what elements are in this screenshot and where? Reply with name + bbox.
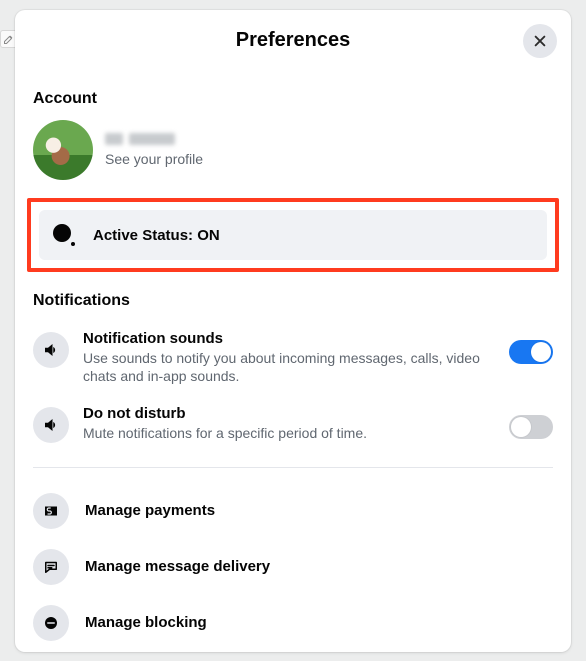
dialog-title: Preferences [236, 29, 351, 52]
notification-sounds-subtitle: Use sounds to notify you about incoming … [83, 349, 495, 385]
blocking-icon [33, 605, 69, 641]
manage-payments-row[interactable]: Manage payments [33, 482, 553, 538]
manage-delivery-label: Manage message delivery [85, 558, 270, 575]
manage-payments-label: Manage payments [85, 502, 215, 519]
notification-sounds-toggle[interactable] [509, 340, 553, 364]
dnd-texts: Do not disturb Mute notifications for a … [83, 405, 495, 442]
divider [33, 467, 553, 468]
manage-delivery-row[interactable]: Manage message delivery [33, 538, 553, 594]
profile-text: See your profile [105, 133, 203, 167]
profile-row[interactable]: See your profile [33, 118, 553, 196]
manage-blocking-label: Manage blocking [85, 614, 207, 631]
active-status-icon [53, 224, 75, 246]
notification-sounds-title: Notification sounds [83, 330, 495, 347]
close-icon [533, 34, 547, 48]
message-delivery-icon [33, 549, 69, 585]
preferences-dialog: Preferences Account See your profile [15, 10, 571, 652]
sound-icon [33, 407, 69, 443]
dnd-toggle[interactable] [509, 415, 553, 439]
section-label-account: Account [33, 90, 553, 108]
close-button[interactable] [523, 24, 557, 58]
dnd-subtitle: Mute notifications for a specific period… [83, 424, 495, 442]
active-status-label: Active Status: ON [93, 227, 220, 244]
dnd-title: Do not disturb [83, 405, 495, 422]
payments-icon [33, 493, 69, 529]
sound-icon [33, 332, 69, 368]
section-label-notifications: Notifications [33, 292, 553, 310]
active-status-row[interactable]: Active Status: ON [39, 210, 547, 260]
dialog-body: Account See your profile Active Status [15, 90, 571, 650]
avatar [33, 120, 93, 180]
dnd-row[interactable]: Do not disturb Mute notifications for a … [33, 395, 553, 453]
highlight-frame: Active Status: ON [27, 198, 559, 272]
notification-sounds-texts: Notification sounds Use sounds to notify… [83, 330, 495, 385]
manage-blocking-row[interactable]: Manage blocking [33, 594, 553, 650]
profile-subtext: See your profile [105, 151, 203, 167]
notification-sounds-row[interactable]: Notification sounds Use sounds to notify… [33, 320, 553, 395]
profile-name-redacted [105, 133, 203, 145]
dialog-header: Preferences [15, 10, 571, 70]
